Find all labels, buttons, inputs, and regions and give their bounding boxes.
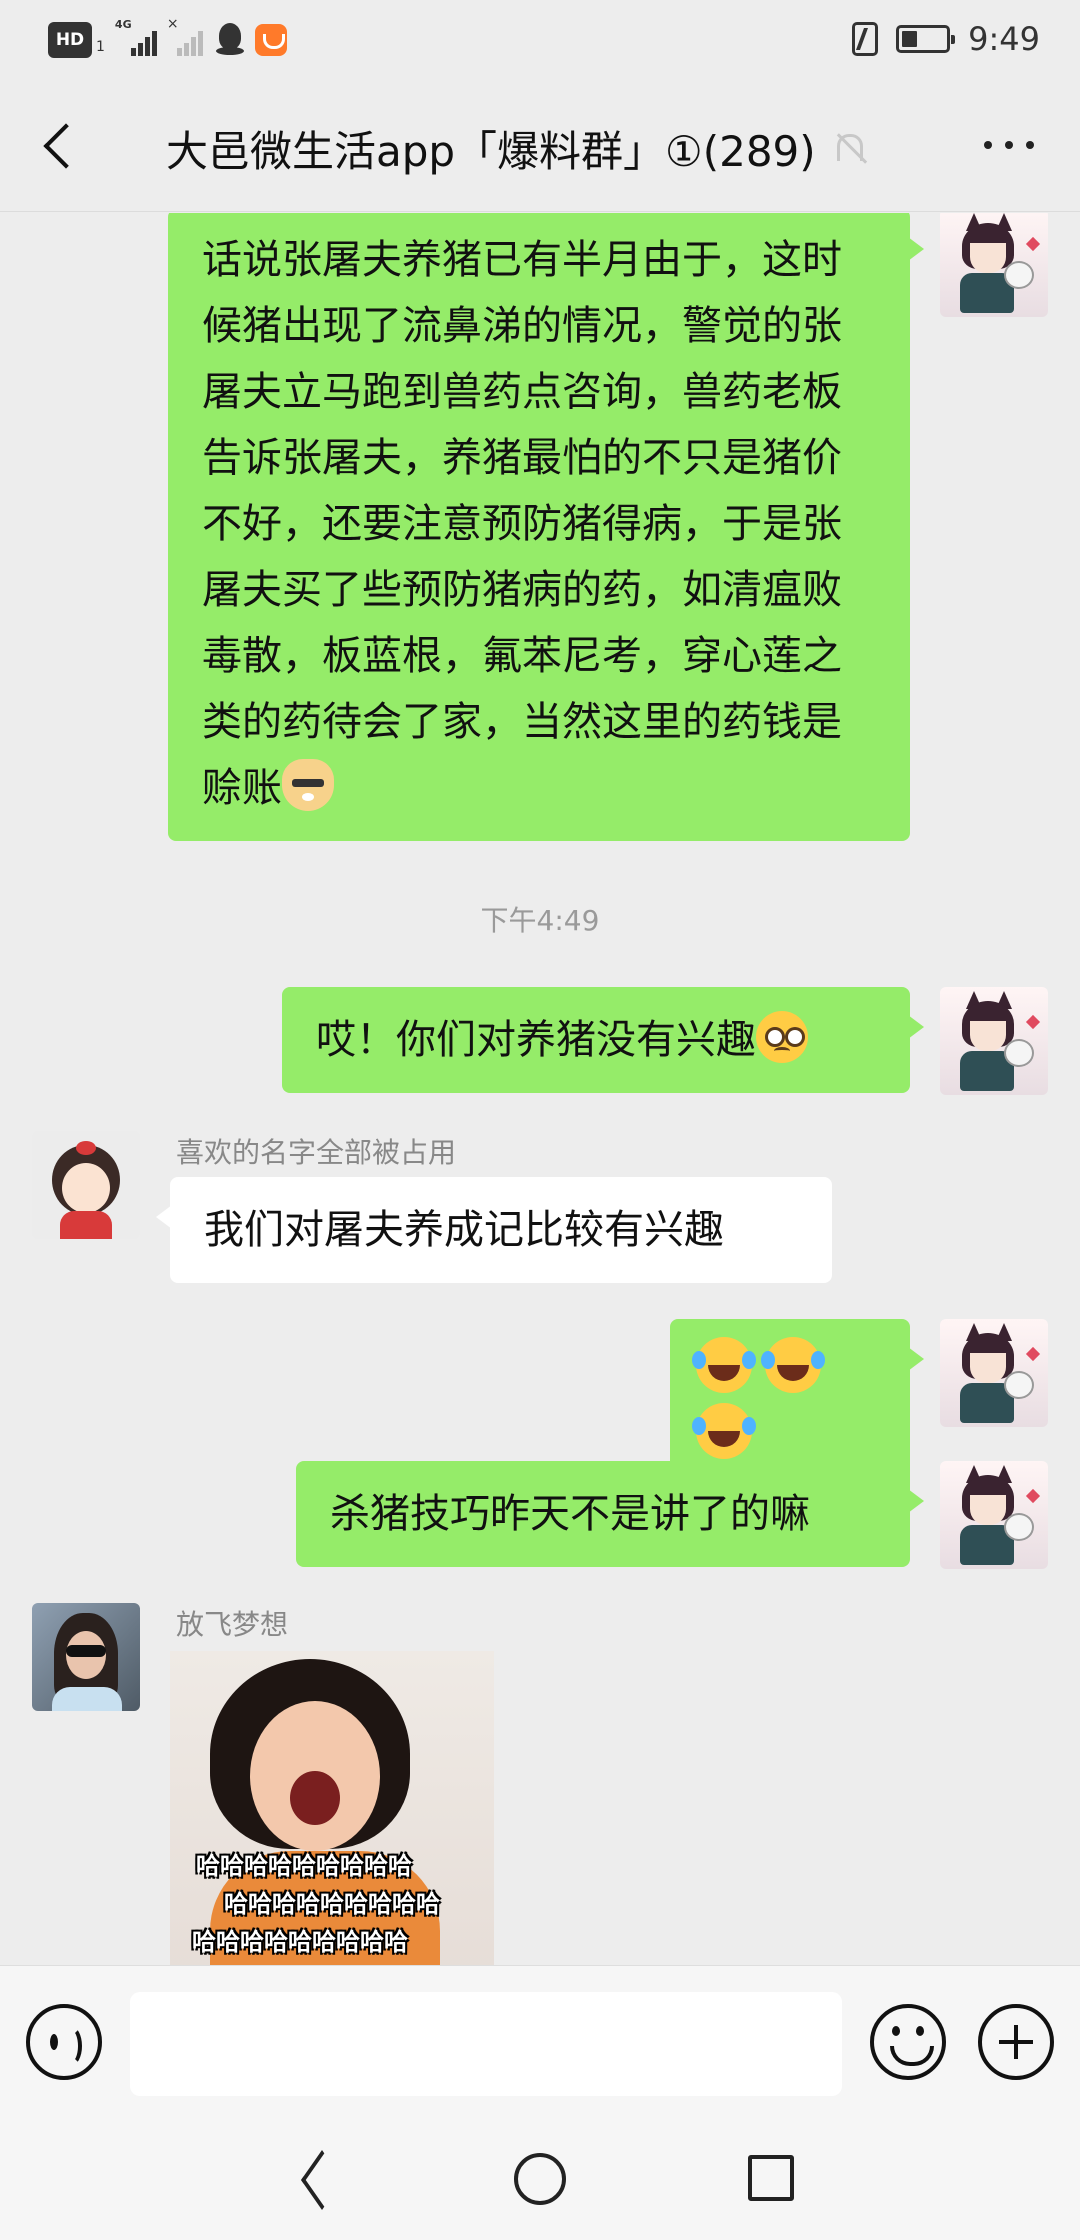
more-options-button[interactable] [984,138,1034,152]
more-attachments-button[interactable] [978,2004,1054,2080]
back-button[interactable] [36,120,84,172]
chat-message-list[interactable]: 话说张屠夫养猪已有半月由于，这时候猪出现了流鼻涕的情况，警觉的张屠夫立马跑到兽药… [0,213,1080,1965]
message-text: 哎！你们对养猪没有兴趣 [316,1017,756,1063]
mute-bell-icon [832,130,866,168]
status-bar: HD 1 4G × 9:49 [0,0,1080,80]
sender-avatar[interactable] [32,1131,140,1239]
pleading-face-emoji-icon [756,1011,808,1063]
message-text: 我们对屠夫养成记比较有兴趣 [204,1207,724,1253]
laugh-cry-emoji-icon [692,1337,752,1393]
message-bubble[interactable]: 哎！你们对养猪没有兴趣 [282,987,924,1093]
network-type-label: 4G [114,18,132,31]
chat-header: 大邑微生活app「爆料群」①(289) [0,80,1080,212]
message-bubble[interactable]: 杀猪技巧昨天不是讲了的嘛 [296,1461,924,1567]
sticker-caption: 哈哈哈哈哈哈哈哈哈 [192,1928,408,1956]
message-bubble[interactable]: 我们对屠夫养成记比较有兴趣 [156,1177,832,1283]
sender-avatar[interactable] [32,1603,140,1711]
app-notification-icon [254,24,287,56]
my-avatar[interactable] [940,1461,1048,1569]
message-input[interactable] [130,1992,842,2096]
status-time: 9:49 [968,20,1040,58]
sticker-image[interactable]: 哈哈哈哈哈哈哈哈哈 哈哈哈哈哈哈哈哈哈 哈哈哈哈哈哈哈哈哈 [170,1651,494,1965]
emoji-button[interactable] [870,2004,946,2080]
my-avatar[interactable] [940,1319,1048,1427]
message-bubble[interactable]: 话说张屠夫养猪已有半月由于，这时候猪出现了流鼻涕的情况，警觉的张屠夫立马跑到兽药… [168,213,924,841]
battery-level [902,31,917,47]
sender-nickname: 放飞梦想 [176,1608,289,1641]
sticker-caption: 哈哈哈哈哈哈哈哈哈 [196,1852,412,1880]
laugh-cry-emoji-icon [760,1337,821,1393]
no-signal-icon: × [165,16,205,58]
qq-notification-icon [215,23,245,57]
system-nav-bar [0,2115,1080,2240]
sender-nickname: 喜欢的名字全部被占用 [176,1136,457,1169]
my-avatar[interactable] [940,213,1048,317]
sim-number: 1 [96,39,105,55]
laugh-cry-emoji-icon [692,1403,752,1459]
cellular-signal-icon: 4G [115,18,157,58]
input-bar [0,1965,1080,2115]
message-text: 话说张屠夫养猪已有半月由于，这时候猪出现了流鼻涕的情况，警觉的张屠夫立马跑到兽药… [202,237,842,811]
message-text: 杀猪技巧昨天不是讲了的嘛 [330,1491,810,1537]
message-timestamp: 下午4:49 [480,904,600,937]
voice-input-button[interactable] [26,2004,102,2080]
nav-recent-apps-button[interactable] [748,2155,794,2201]
nav-back-button[interactable] [290,2155,336,2205]
doge-emoji-icon [282,759,334,811]
nfc-icon [852,22,879,56]
nav-home-button[interactable] [514,2153,566,2205]
my-avatar[interactable] [940,987,1048,1095]
chat-title: 大邑微生活app「爆料群」①(289) [166,127,816,176]
sticker-caption: 哈哈哈哈哈哈哈哈哈 [224,1890,440,1918]
battery-icon [896,25,956,53]
hd-badge: HD [48,22,92,58]
